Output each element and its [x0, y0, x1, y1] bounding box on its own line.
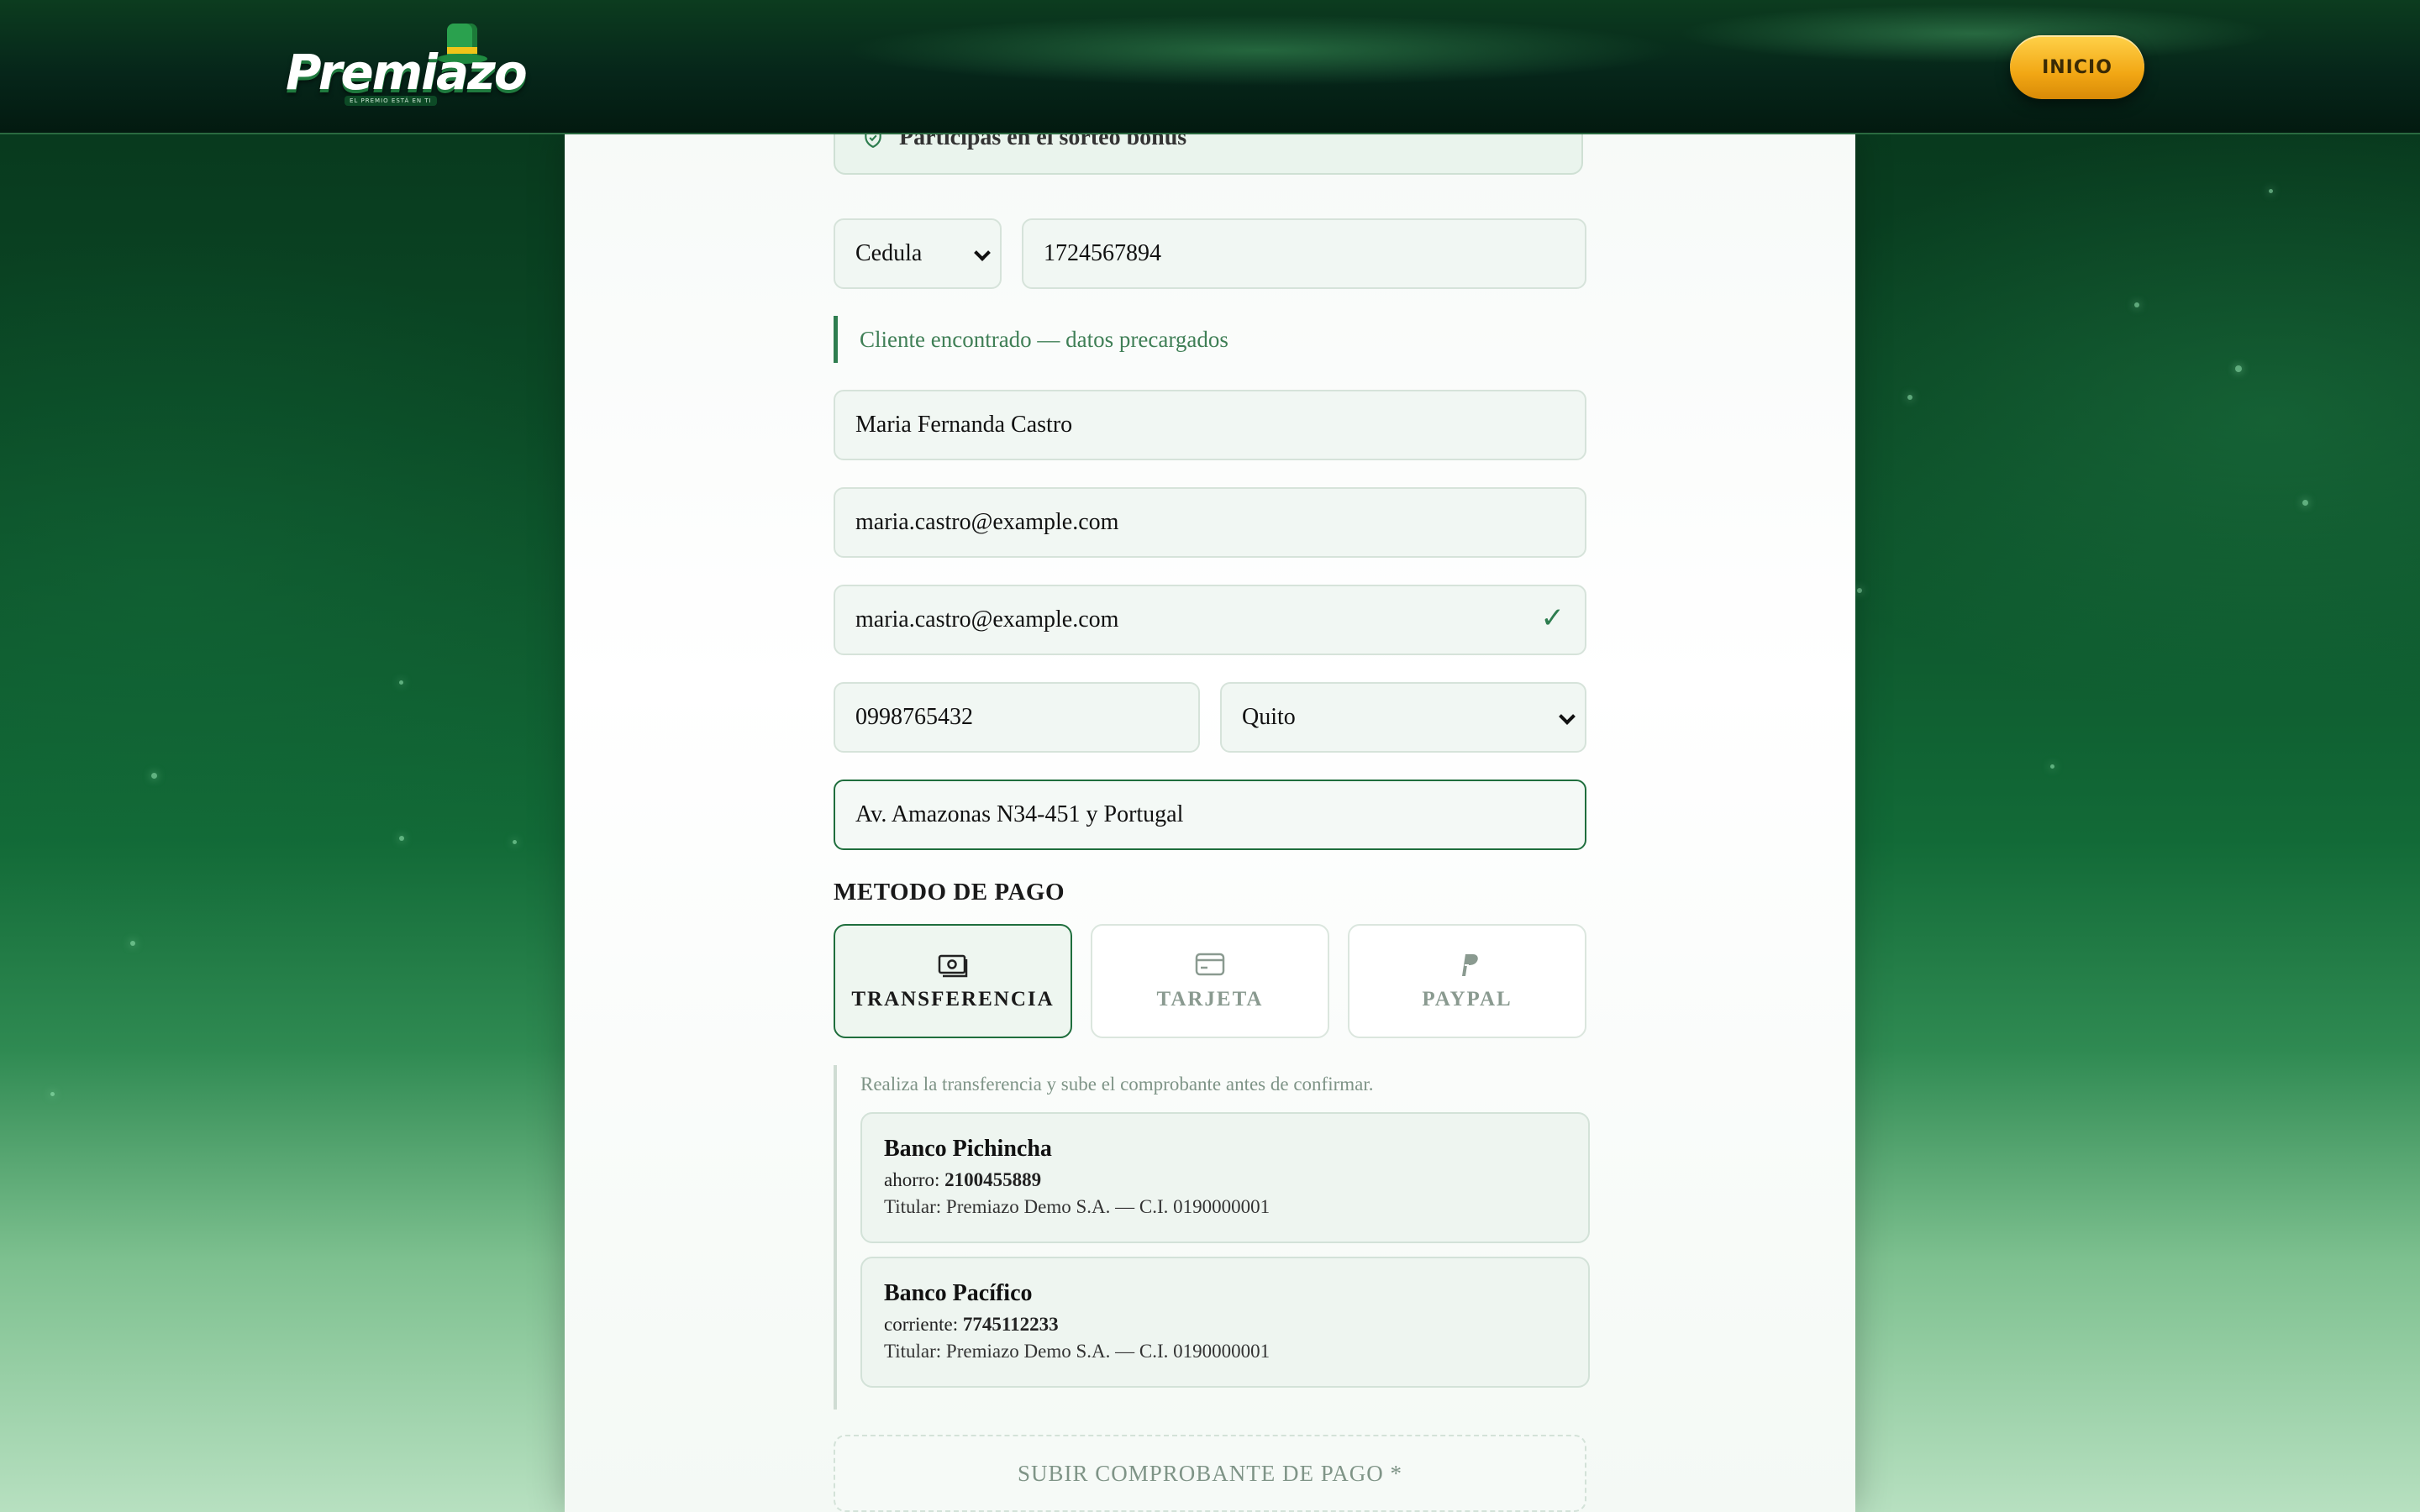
account-type: corriente: — [884, 1314, 959, 1335]
sparkle — [2302, 500, 2308, 506]
account-number: 2100455889 — [944, 1169, 1042, 1190]
sparkle — [50, 1092, 55, 1096]
document-type-value: Cedula — [855, 240, 923, 266]
sparkle — [1857, 588, 1862, 593]
city-select[interactable]: Quito — [1220, 682, 1586, 753]
email-confirm-input[interactable]: maria.castro@example.com ✓ — [834, 585, 1586, 655]
email-input[interactable]: maria.castro@example.com — [834, 487, 1586, 558]
bank-account: corriente: 7745112233 — [884, 1314, 1566, 1336]
bank-account-card: Banco Pacífico corriente: 7745112233 Tit… — [860, 1257, 1590, 1388]
sparkle — [151, 773, 157, 779]
sparkle — [1907, 395, 1912, 400]
full-name-value: Maria Fernanda Castro — [855, 412, 1073, 438]
upload-receipt-button[interactable]: SUBIR COMPROBANTE DE PAGO * — [834, 1435, 1586, 1512]
phone-value: 0998765432 — [855, 704, 973, 730]
sparkle — [2269, 189, 2273, 193]
full-name-input[interactable]: Maria Fernanda Castro — [834, 390, 1586, 460]
account-owner: Titular: Premiazo Demo S.A. — C.I. 01900… — [884, 1341, 1270, 1362]
city-value: Quito — [1242, 704, 1296, 730]
checkout-form-card: Participas en el sorteo bonus Cedula 172… — [565, 116, 1855, 1512]
account-type: ahorro: — [884, 1169, 940, 1190]
payment-option-label: TARJETA — [1156, 988, 1264, 1011]
email-confirm-value: maria.castro@example.com — [855, 606, 1119, 633]
sparkle — [399, 836, 404, 841]
checkmark-icon: ✓ — [1540, 601, 1565, 635]
logo-text: Premiazo — [286, 44, 528, 101]
address-value: Av. Amazonas N34-451 y Portugal — [855, 801, 1184, 827]
inicio-button[interactable]: INICIO — [2010, 35, 2144, 99]
bank-account-card: Banco Pichincha ahorro: 2100455889 Titul… — [860, 1112, 1590, 1243]
sparkle — [513, 840, 517, 844]
paypal-icon — [1462, 954, 1478, 976]
bank-name: Banco Pacífico — [884, 1280, 1033, 1306]
account-owner: Titular: Premiazo Demo S.A. — C.I. 01900… — [884, 1196, 1270, 1217]
phone-input[interactable]: 0998765432 — [834, 682, 1200, 753]
payment-method-title: METODO DE PAGO — [834, 879, 1065, 906]
address-input[interactable]: Av. Amazonas N34-451 y Portugal — [834, 780, 1586, 850]
client-found-notice: Cliente encontrado — datos precargados — [834, 316, 1422, 363]
payment-option-tarjeta[interactable]: TARJETA — [1091, 924, 1329, 1038]
sparkle — [130, 941, 135, 946]
premiazo-logo[interactable]: Premiazo EL PREMIO ESTÁ EN TI — [286, 24, 528, 111]
transfer-note: Realiza la transferencia y sube el compr… — [860, 1074, 1374, 1095]
document-type-select[interactable]: Cedula — [834, 218, 1002, 289]
email-value: maria.castro@example.com — [855, 509, 1119, 535]
sparkle — [2050, 764, 2054, 769]
sparkle — [2134, 302, 2139, 307]
logo-tagline: EL PREMIO ESTÁ EN TI — [345, 96, 437, 106]
document-number-input[interactable]: 1724567894 — [1022, 218, 1586, 289]
payment-option-transferencia[interactable]: TRANSFERENCIA — [834, 924, 1072, 1038]
cash-icon — [938, 954, 968, 978]
bank-transfer-details: Realiza la transferencia y sube el compr… — [834, 1065, 1590, 1410]
credit-card-icon — [1195, 953, 1225, 976]
account-number: 7745112233 — [962, 1314, 1059, 1335]
payment-option-label: TRANSFERENCIA — [851, 988, 1055, 1011]
payment-option-label: PAYPAL — [1422, 988, 1512, 1011]
sparkle — [2235, 365, 2242, 372]
site-header: Premiazo EL PREMIO ESTÁ EN TI INICIO — [0, 0, 2420, 134]
document-number-value: 1724567894 — [1044, 240, 1161, 266]
payment-option-paypal[interactable]: PAYPAL — [1348, 924, 1586, 1038]
bank-name: Banco Pichincha — [884, 1136, 1052, 1162]
bank-account: ahorro: 2100455889 — [884, 1169, 1566, 1191]
sparkle — [399, 680, 403, 685]
